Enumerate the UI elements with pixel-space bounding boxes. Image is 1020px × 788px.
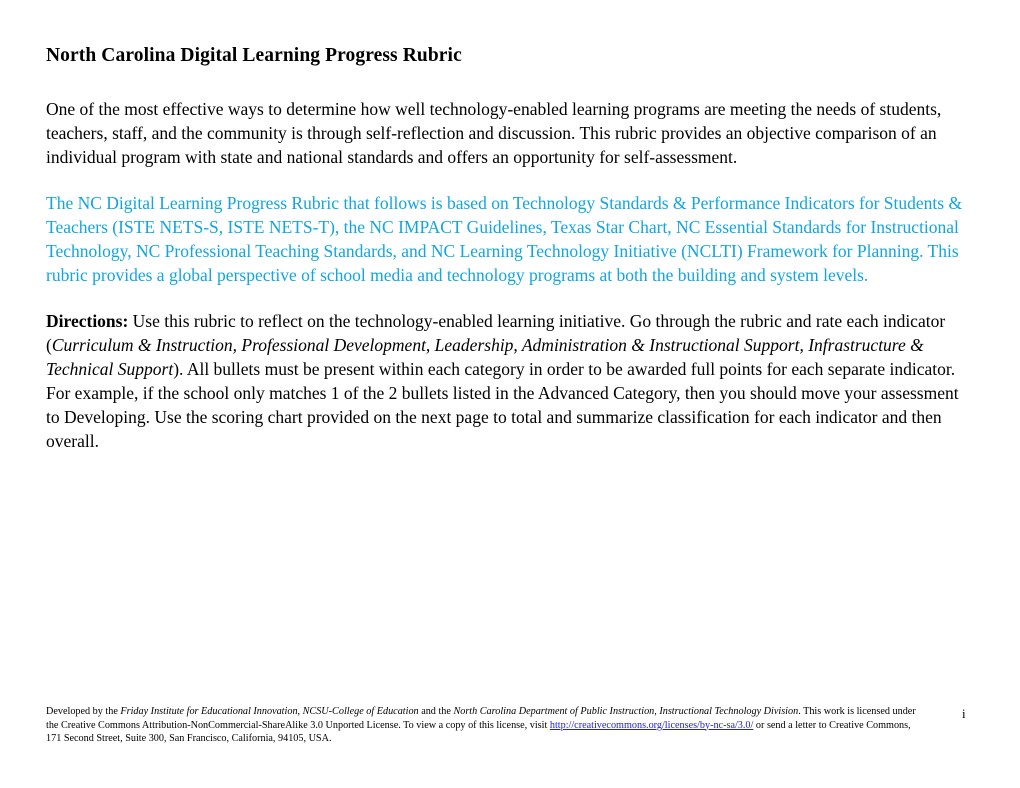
document-body: North Carolina Digital Learning Progress… (46, 44, 972, 454)
basis-paragraph: The NC Digital Learning Progress Rubric … (46, 192, 963, 285)
page-title: North Carolina Digital Learning Progress… (46, 45, 462, 66)
footer-org-ncdpi: North Carolina Department of Public Inst… (453, 706, 799, 717)
footer-text-seg2: and the (418, 706, 454, 717)
page-number: i (962, 706, 966, 721)
footer-org-friday-institute: Friday Institute for Educational Innovat… (120, 706, 419, 717)
page-footer: Developed by the Friday Institute for Ed… (46, 705, 926, 746)
directions-label: Directions: (46, 310, 129, 331)
footer-text-seg1: Developed by the (46, 706, 121, 717)
document-page: North Carolina Digital Learning Progress… (0, 0, 1020, 788)
directions-text-part2: ). All bullets must be present within ea… (46, 358, 959, 451)
creative-commons-license-link[interactable]: http://creativecommons.org/licenses/by-n… (550, 720, 754, 731)
intro-paragraph: One of the most effective ways to determ… (46, 98, 942, 167)
directions-paragraph: Directions: Use this rubric to reflect o… (46, 310, 972, 454)
